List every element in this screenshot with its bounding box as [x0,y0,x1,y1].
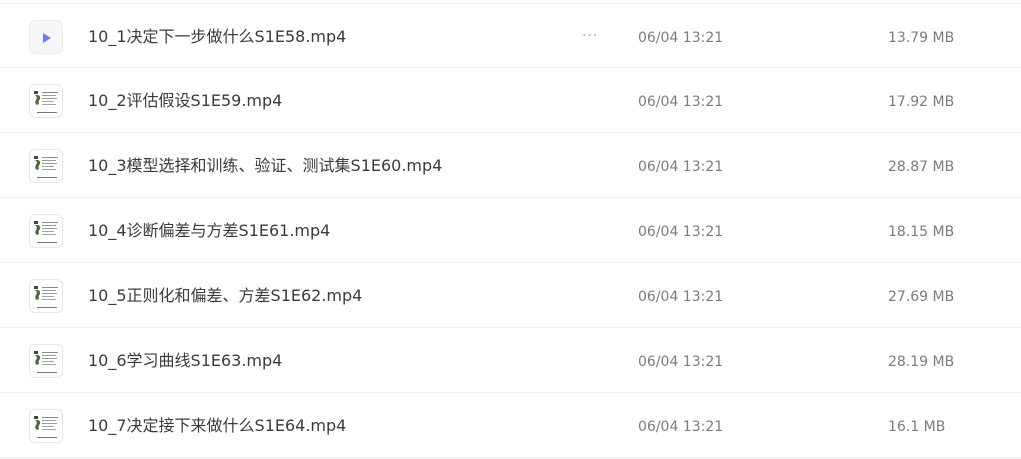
file-row[interactable]: 10_4诊断偏差与方差S1E61.mp4 06/04 13:21 18.15 M… [0,198,1021,263]
file-date: 06/04 13:21 [638,354,724,370]
file-name[interactable]: 10_3模型选择和训练、验证、测试集S1E60.mp4 [88,155,442,177]
file-size: 28.19 MB [888,354,955,370]
file-size: 27.69 MB [888,289,955,305]
file-date: 06/04 13:21 [638,289,724,305]
video-thumbnail-icon [29,149,63,183]
file-name[interactable]: 10_4诊断偏差与方差S1E61.mp4 [88,220,330,242]
file-name[interactable]: 10_7决定接下来做什么S1E64.mp4 [88,415,346,437]
file-date: 06/04 13:21 [638,159,724,175]
file-row[interactable]: 10_3模型选择和训练、验证、测试集S1E60.mp4 06/04 13:21 … [0,133,1021,198]
file-name[interactable]: 10_1决定下一步做什么S1E58.mp4 [88,26,346,48]
video-thumbnail-icon [29,84,63,118]
file-name[interactable]: 10_2评估假设S1E59.mp4 [88,90,282,112]
video-thumbnail-icon [29,279,63,313]
file-date: 06/04 13:21 [638,224,724,240]
file-row[interactable]: 10_7决定接下来做什么S1E64.mp4 06/04 13:21 16.1 M… [0,393,1021,458]
file-date: 06/04 13:21 [638,94,724,110]
file-row[interactable]: 10_6学习曲线S1E63.mp4 06/04 13:21 28.19 MB [0,328,1021,393]
file-date: 06/04 13:21 [638,419,724,435]
file-name[interactable]: 10_6学习曲线S1E63.mp4 [88,350,282,372]
file-size: 16.1 MB [888,419,946,435]
video-play-icon [29,20,63,54]
video-thumbnail-icon [29,214,63,248]
file-row[interactable]: 10_5正则化和偏差、方差S1E62.mp4 06/04 13:21 27.69… [0,263,1021,328]
file-row[interactable]: 10_2评估假设S1E59.mp4 06/04 13:21 17.92 MB [0,68,1021,133]
file-name[interactable]: 10_5正则化和偏差、方差S1E62.mp4 [88,285,362,307]
video-thumbnail-icon [29,409,63,443]
file-size: 28.87 MB [888,159,955,175]
more-options-icon[interactable]: ··· [582,28,598,44]
file-list: 10_1决定下一步做什么S1E58.mp4 ··· 06/04 13:21 13… [0,0,1021,459]
video-thumbnail-icon [29,344,63,378]
file-size: 17.92 MB [888,94,955,110]
file-size: 18.15 MB [888,224,955,240]
file-date: 06/04 13:21 [638,30,724,46]
file-row[interactable]: 10_1决定下一步做什么S1E58.mp4 ··· 06/04 13:21 13… [0,3,1021,68]
file-size: 13.79 MB [888,30,955,46]
